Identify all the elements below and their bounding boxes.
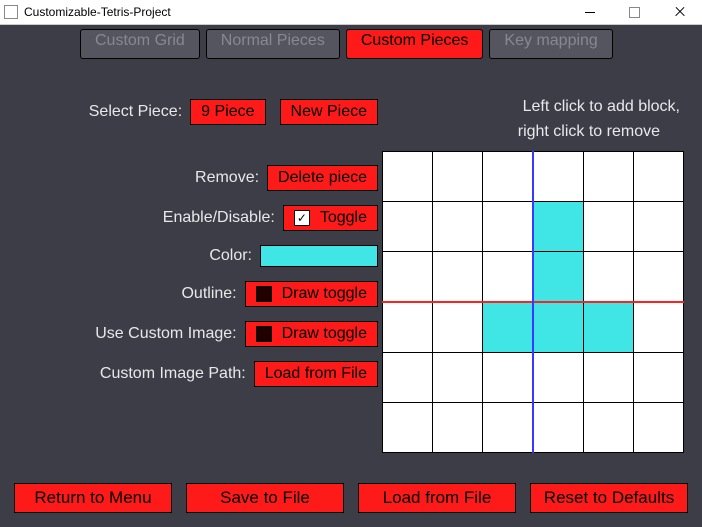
grid-cell[interactable] [533,402,583,452]
custom-image-path-label: Custom Image Path: [100,365,246,383]
return-to-menu-button[interactable]: Return to Menu [14,483,172,513]
outline-label: Outline: [181,285,236,303]
grid-cell[interactable] [433,302,483,352]
app-icon [4,5,18,19]
tab-key-mapping[interactable]: Key mapping [489,29,612,59]
tab-normal-pieces[interactable]: Normal Pieces [206,29,340,59]
close-button[interactable] [657,0,702,24]
maximize-button[interactable] [612,0,657,24]
delete-piece-button[interactable]: Delete piece [267,165,378,191]
tab-bar: Custom Grid Normal Pieces Custom Pieces … [0,25,702,59]
custom-image-toggle-button[interactable]: Draw toggle [245,321,378,347]
grid-cell[interactable] [633,302,683,352]
grid-cell[interactable] [633,252,683,302]
grid-cell[interactable] [583,352,633,402]
tab-custom-pieces[interactable]: Custom Pieces [346,29,484,59]
enable-toggle-button[interactable]: ✓ Toggle [283,205,378,231]
grid-cell[interactable] [633,352,683,402]
minimize-button[interactable] [567,0,612,24]
new-piece-button[interactable]: New Piece [280,99,378,125]
grid-cell[interactable] [433,352,483,402]
load-from-file-button[interactable]: Load from File [358,483,516,513]
piece-grid[interactable] [382,151,684,453]
grid-cell[interactable] [483,352,533,402]
bottom-toolbar: Return to Menu Save to File Load from Fi… [14,483,688,513]
save-to-file-button[interactable]: Save to File [186,483,344,513]
grid-cell[interactable] [433,202,483,252]
grid-cell[interactable] [433,252,483,302]
window-controls [567,0,702,24]
outline-toggle-button[interactable]: Draw toggle [245,281,378,307]
piece-selector-button[interactable]: 9 Piece [190,99,265,125]
color-swatch[interactable] [260,245,378,267]
grid-cell[interactable] [483,252,533,302]
grid-cell[interactable] [583,402,633,452]
grid-cell[interactable] [383,202,433,252]
title-bar: Customizable-Tetris-Project [0,0,702,25]
grid-cell[interactable] [633,402,683,452]
color-label: Color: [209,247,252,265]
custom-image-checkbox [256,326,272,342]
tab-custom-grid[interactable]: Custom Grid [80,29,200,59]
grid-cell[interactable] [383,352,433,402]
grid-cell[interactable] [433,402,483,452]
grid-cell[interactable] [583,252,633,302]
grid-cell[interactable] [433,152,483,202]
grid-cell[interactable] [383,152,433,202]
grid-cell[interactable] [533,252,583,302]
grid-cell[interactable] [483,202,533,252]
grid-cell[interactable] [383,402,433,452]
remove-label: Remove: [195,169,259,187]
select-piece-label: Select Piece: [89,103,182,121]
left-panel: Select Piece: 9 Piece New Piece Remove: … [18,99,378,453]
reset-to-defaults-button[interactable]: Reset to Defaults [530,483,688,513]
grid-cell[interactable] [633,202,683,252]
grid-cell[interactable] [483,402,533,452]
custom-image-toggle-text: Draw toggle [282,325,367,343]
outline-checkbox [256,286,272,302]
grid-cell[interactable] [533,352,583,402]
right-panel: Left click to add block, right click to … [378,99,684,453]
hint-line-1: Left click to add block, [378,97,680,117]
grid-cell[interactable] [483,302,533,352]
grid-cell[interactable] [383,252,433,302]
grid-cell[interactable] [633,152,683,202]
outline-toggle-text: Draw toggle [282,285,367,303]
grid-cell[interactable] [583,202,633,252]
grid-cell[interactable] [533,202,583,252]
enable-toggle-text: Toggle [320,209,367,227]
grid-cell[interactable] [583,152,633,202]
window-title: Customizable-Tetris-Project [24,5,567,19]
grid-cell[interactable] [583,302,633,352]
grid-cell[interactable] [533,152,583,202]
grid-cell[interactable] [533,302,583,352]
use-custom-image-label: Use Custom Image: [95,325,236,343]
enable-disable-label: Enable/Disable: [163,209,275,227]
grid-cell[interactable] [483,152,533,202]
grid-cell[interactable] [383,302,433,352]
hint-line-2: right click to remove [378,123,660,141]
enable-checkbox: ✓ [294,210,310,226]
load-image-button[interactable]: Load from File [254,361,378,387]
